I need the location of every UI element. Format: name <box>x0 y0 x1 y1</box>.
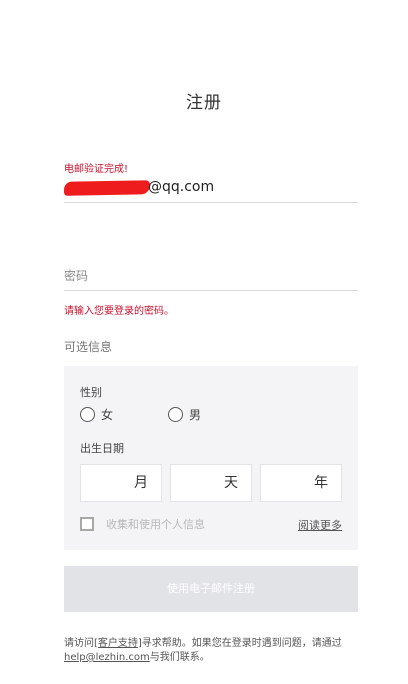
help-email-link[interactable]: help@lezhin.com <box>64 652 150 663</box>
help-text: 请访问[客户支持]寻求帮助。如果您在登录时遇到问题，请通过 help@lezhin… <box>64 637 354 665</box>
birth-date-label: 出生日期 <box>80 442 124 455</box>
consent-checkbox-row[interactable]: 收集和使用个人信息 <box>80 516 205 532</box>
email-verified-status: 电邮验证完成! <box>64 164 129 175</box>
gender-label: 性别 <box>80 386 102 399</box>
password-error-message: 请输入您要登录的密码。 <box>64 306 174 317</box>
help-text-middle: ]寻求帮助。如果您在登录时遇到问题，请通过 <box>137 638 342 649</box>
birth-year-select[interactable]: 年 <box>260 464 342 502</box>
gender-radio-female[interactable]: 女 <box>80 406 113 423</box>
redaction-mark <box>63 180 151 196</box>
email-field: @qq.com <box>63 176 358 203</box>
password-input[interactable] <box>64 262 358 290</box>
gender-radio-male[interactable]: 男 <box>168 406 201 423</box>
gender-option-label: 男 <box>189 408 202 422</box>
optional-info-title: 可选信息 <box>64 340 113 354</box>
customer-support-link[interactable]: 客户支持 <box>98 638 138 649</box>
birth-month-select[interactable]: 月 <box>80 464 162 502</box>
help-text-prefix: 请访问[ <box>64 638 98 649</box>
radio-circle-icon <box>80 407 95 422</box>
consent-checkbox[interactable] <box>80 517 94 531</box>
email-value-suffix: @qq.com <box>148 179 215 195</box>
email-signup-button[interactable]: 使用电子邮件注册 <box>64 566 358 612</box>
help-text-suffix: 与我们联系。 <box>149 652 210 663</box>
gender-option-label: 女 <box>101 408 114 422</box>
read-more-link[interactable]: 阅读更多 <box>298 517 342 533</box>
optional-info-panel: 性别 女 男 出生日期 月 天 年 收集和使用个人信息 阅读更多 <box>64 366 358 550</box>
birth-day-select[interactable]: 天 <box>170 464 252 502</box>
signup-page: 注册 电邮验证完成! @qq.com 请输入您要登录的密码。 可选信息 性别 女… <box>0 0 408 684</box>
password-field-wrapper <box>64 262 358 291</box>
radio-circle-icon <box>168 407 183 422</box>
page-title: 注册 <box>186 93 222 113</box>
consent-label: 收集和使用个人信息 <box>106 518 205 531</box>
